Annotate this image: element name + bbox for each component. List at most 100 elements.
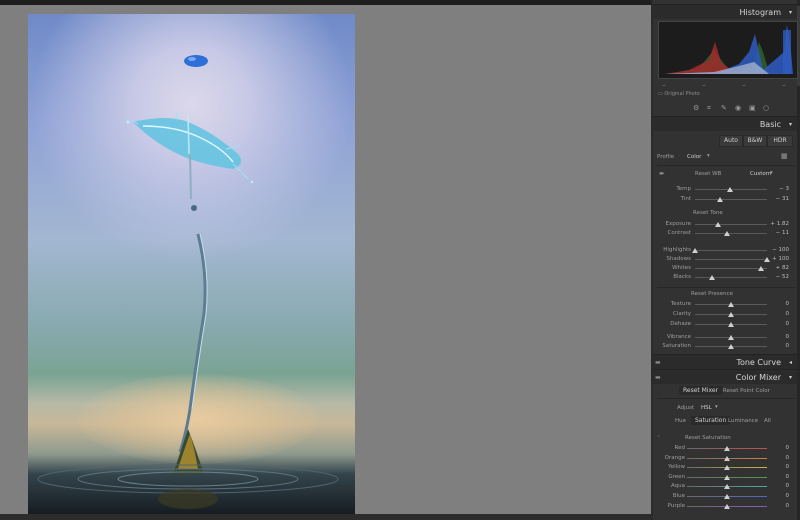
slider-value-contrast[interactable]: − 11 xyxy=(765,230,789,236)
basic-header[interactable]: Basic ▾ xyxy=(653,116,797,131)
slider-value-blacks[interactable]: − 52 xyxy=(765,274,789,280)
slider-thumb-tint[interactable] xyxy=(717,197,724,202)
reset-saturation-button[interactable]: Reset Saturation xyxy=(685,435,731,441)
color-mixer-header[interactable]: ▬ Color Mixer ▾ xyxy=(653,369,797,384)
slider-label-texture: Texture xyxy=(670,301,691,307)
expand-triangle-icon[interactable]: ◂ xyxy=(789,359,792,366)
edit-sliders-icon[interactable]: ⚙ xyxy=(693,104,699,112)
slider-label-shadows: Shadows xyxy=(666,256,691,262)
slider-track-shadows[interactable] xyxy=(695,259,767,260)
slider-thumb-exposure[interactable] xyxy=(715,222,722,227)
slider-value-clarity[interactable]: 0 xyxy=(765,311,790,317)
eyedropper-icon[interactable]: ✒ xyxy=(659,170,665,178)
slider-value-exposure[interactable]: + 1.82 xyxy=(765,221,789,227)
collapse-triangle-icon[interactable]: ▾ xyxy=(789,121,792,128)
slider-track-tint[interactable] xyxy=(695,199,767,200)
slider-thumb-vibrance[interactable] xyxy=(728,335,734,340)
crop-icon[interactable]: ⌗ xyxy=(707,104,711,113)
slider-label-whites: Whites xyxy=(672,265,691,271)
original-photo-text: Original Photo xyxy=(664,91,700,97)
separator xyxy=(657,398,795,399)
slider-thumb-aqua[interactable] xyxy=(724,484,730,490)
tab-hue[interactable]: Hue xyxy=(675,418,686,424)
slider-label-tint: Tint xyxy=(680,196,691,202)
slider-thumb-clarity[interactable] xyxy=(728,312,734,317)
slider-thumb-dehaze[interactable] xyxy=(728,322,734,327)
slider-value-orange[interactable]: 0 xyxy=(765,455,790,461)
histogram-dash: – xyxy=(702,81,706,89)
masking-icon[interactable]: ▣ xyxy=(749,104,756,112)
slider-thumb-yellow[interactable] xyxy=(724,465,730,471)
slider-track-exposure[interactable] xyxy=(695,224,767,225)
red-eye-icon[interactable]: ◉ xyxy=(735,104,741,112)
reset-presence-button[interactable]: Reset Presence xyxy=(691,291,733,297)
reset-point-color-button[interactable]: Reset Point Color xyxy=(723,388,770,394)
original-photo-label[interactable]: ▭ Original Photo xyxy=(658,91,700,97)
slider-value-purple[interactable]: 0 xyxy=(765,503,790,509)
slider-value-red[interactable]: 0 xyxy=(765,445,790,451)
histogram-dash: – xyxy=(742,81,746,89)
slider-track-contrast[interactable] xyxy=(695,233,767,234)
healing-icon[interactable]: ✎ xyxy=(721,104,727,112)
slider-value-highlights[interactable]: − 100 xyxy=(765,247,789,253)
reset-mixer-button[interactable]: Reset Mixer xyxy=(679,386,723,395)
adjust-dropdown-icon[interactable]: ▾ xyxy=(715,404,718,410)
slider-thumb-whites[interactable] xyxy=(757,266,764,271)
profile-label: Profile xyxy=(657,154,675,160)
auto-button[interactable]: Auto xyxy=(719,135,743,147)
slider-track-whites[interactable] xyxy=(695,268,767,269)
reset-wb-button[interactable]: Reset WB xyxy=(695,171,721,177)
profile-browser-icon[interactable]: ▦ xyxy=(781,152,788,160)
slider-track-blacks[interactable] xyxy=(695,277,767,278)
slider-value-yellow[interactable]: 0 xyxy=(765,464,790,470)
hdr-button[interactable]: HDR xyxy=(767,135,793,147)
slider-value-shadows[interactable]: + 100 xyxy=(765,256,789,262)
slider-thumb-purple[interactable] xyxy=(724,503,730,509)
profile-dropdown-icon[interactable]: ▾ xyxy=(707,153,710,159)
adjust-select[interactable]: HSL xyxy=(701,405,712,411)
histogram-title: Histogram xyxy=(739,8,782,17)
tone-curve-header[interactable]: ▬ Tone Curve ◂ xyxy=(653,354,797,369)
slider-value-tint[interactable]: − 31 xyxy=(765,196,789,202)
slider-thumb-green[interactable] xyxy=(724,474,730,480)
tab-all[interactable]: All xyxy=(764,418,771,424)
tab-saturation[interactable]: Saturation xyxy=(691,416,731,425)
wb-select[interactable]: Custom xyxy=(750,171,771,177)
slider-value-saturation[interactable]: 0 xyxy=(765,343,790,349)
presets-icon[interactable]: ○ xyxy=(763,104,769,112)
slider-label-purple: Purple xyxy=(667,502,685,509)
slider-value-temp[interactable]: − 3 xyxy=(765,186,789,192)
slider-value-aqua[interactable]: 0 xyxy=(765,483,790,489)
histogram-dash: – xyxy=(782,81,786,89)
adjust-label: Adjust xyxy=(677,405,695,411)
collapse-triangle-icon[interactable]: ▾ xyxy=(789,374,792,381)
slider-track-highlights[interactable] xyxy=(695,250,767,251)
filmstrip-bar xyxy=(0,514,651,520)
slider-value-green[interactable]: 0 xyxy=(765,474,790,480)
slider-thumb-highlights[interactable] xyxy=(692,248,698,253)
slider-thumb-orange[interactable] xyxy=(724,455,730,461)
histogram-header[interactable]: Histogram ▾ xyxy=(653,4,797,19)
slider-value-whites[interactable]: + 82 xyxy=(765,265,789,271)
reset-tone-button[interactable]: Reset Tone xyxy=(693,210,723,216)
slider-value-texture[interactable]: 0 xyxy=(765,301,790,307)
tab-luminance[interactable]: Luminance xyxy=(728,418,758,424)
slider-thumb-temp[interactable] xyxy=(726,187,733,192)
slider-thumb-saturation[interactable] xyxy=(728,344,734,349)
targeted-adjust-icon[interactable]: ◦ xyxy=(657,434,660,440)
slider-value-dehaze[interactable]: 0 xyxy=(765,321,790,327)
panel-toggle-icon[interactable]: ▬ xyxy=(655,359,661,366)
bw-button[interactable]: B&W xyxy=(743,135,767,147)
image-canvas[interactable] xyxy=(0,5,651,516)
collapse-triangle-icon[interactable]: ▾ xyxy=(789,9,792,16)
slider-thumb-red[interactable] xyxy=(724,446,730,451)
panel-toggle-icon[interactable]: ▬ xyxy=(655,374,661,381)
slider-thumb-contrast[interactable] xyxy=(723,231,730,236)
slider-thumb-blacks[interactable] xyxy=(709,275,716,280)
slider-thumb-texture[interactable] xyxy=(728,302,734,307)
slider-value-blue[interactable]: 0 xyxy=(765,493,790,499)
slider-thumb-blue[interactable] xyxy=(724,494,730,499)
wb-dropdown-icon[interactable]: ▾ xyxy=(770,170,773,176)
profile-select[interactable]: Color xyxy=(687,154,701,160)
slider-value-vibrance[interactable]: 0 xyxy=(765,334,790,340)
